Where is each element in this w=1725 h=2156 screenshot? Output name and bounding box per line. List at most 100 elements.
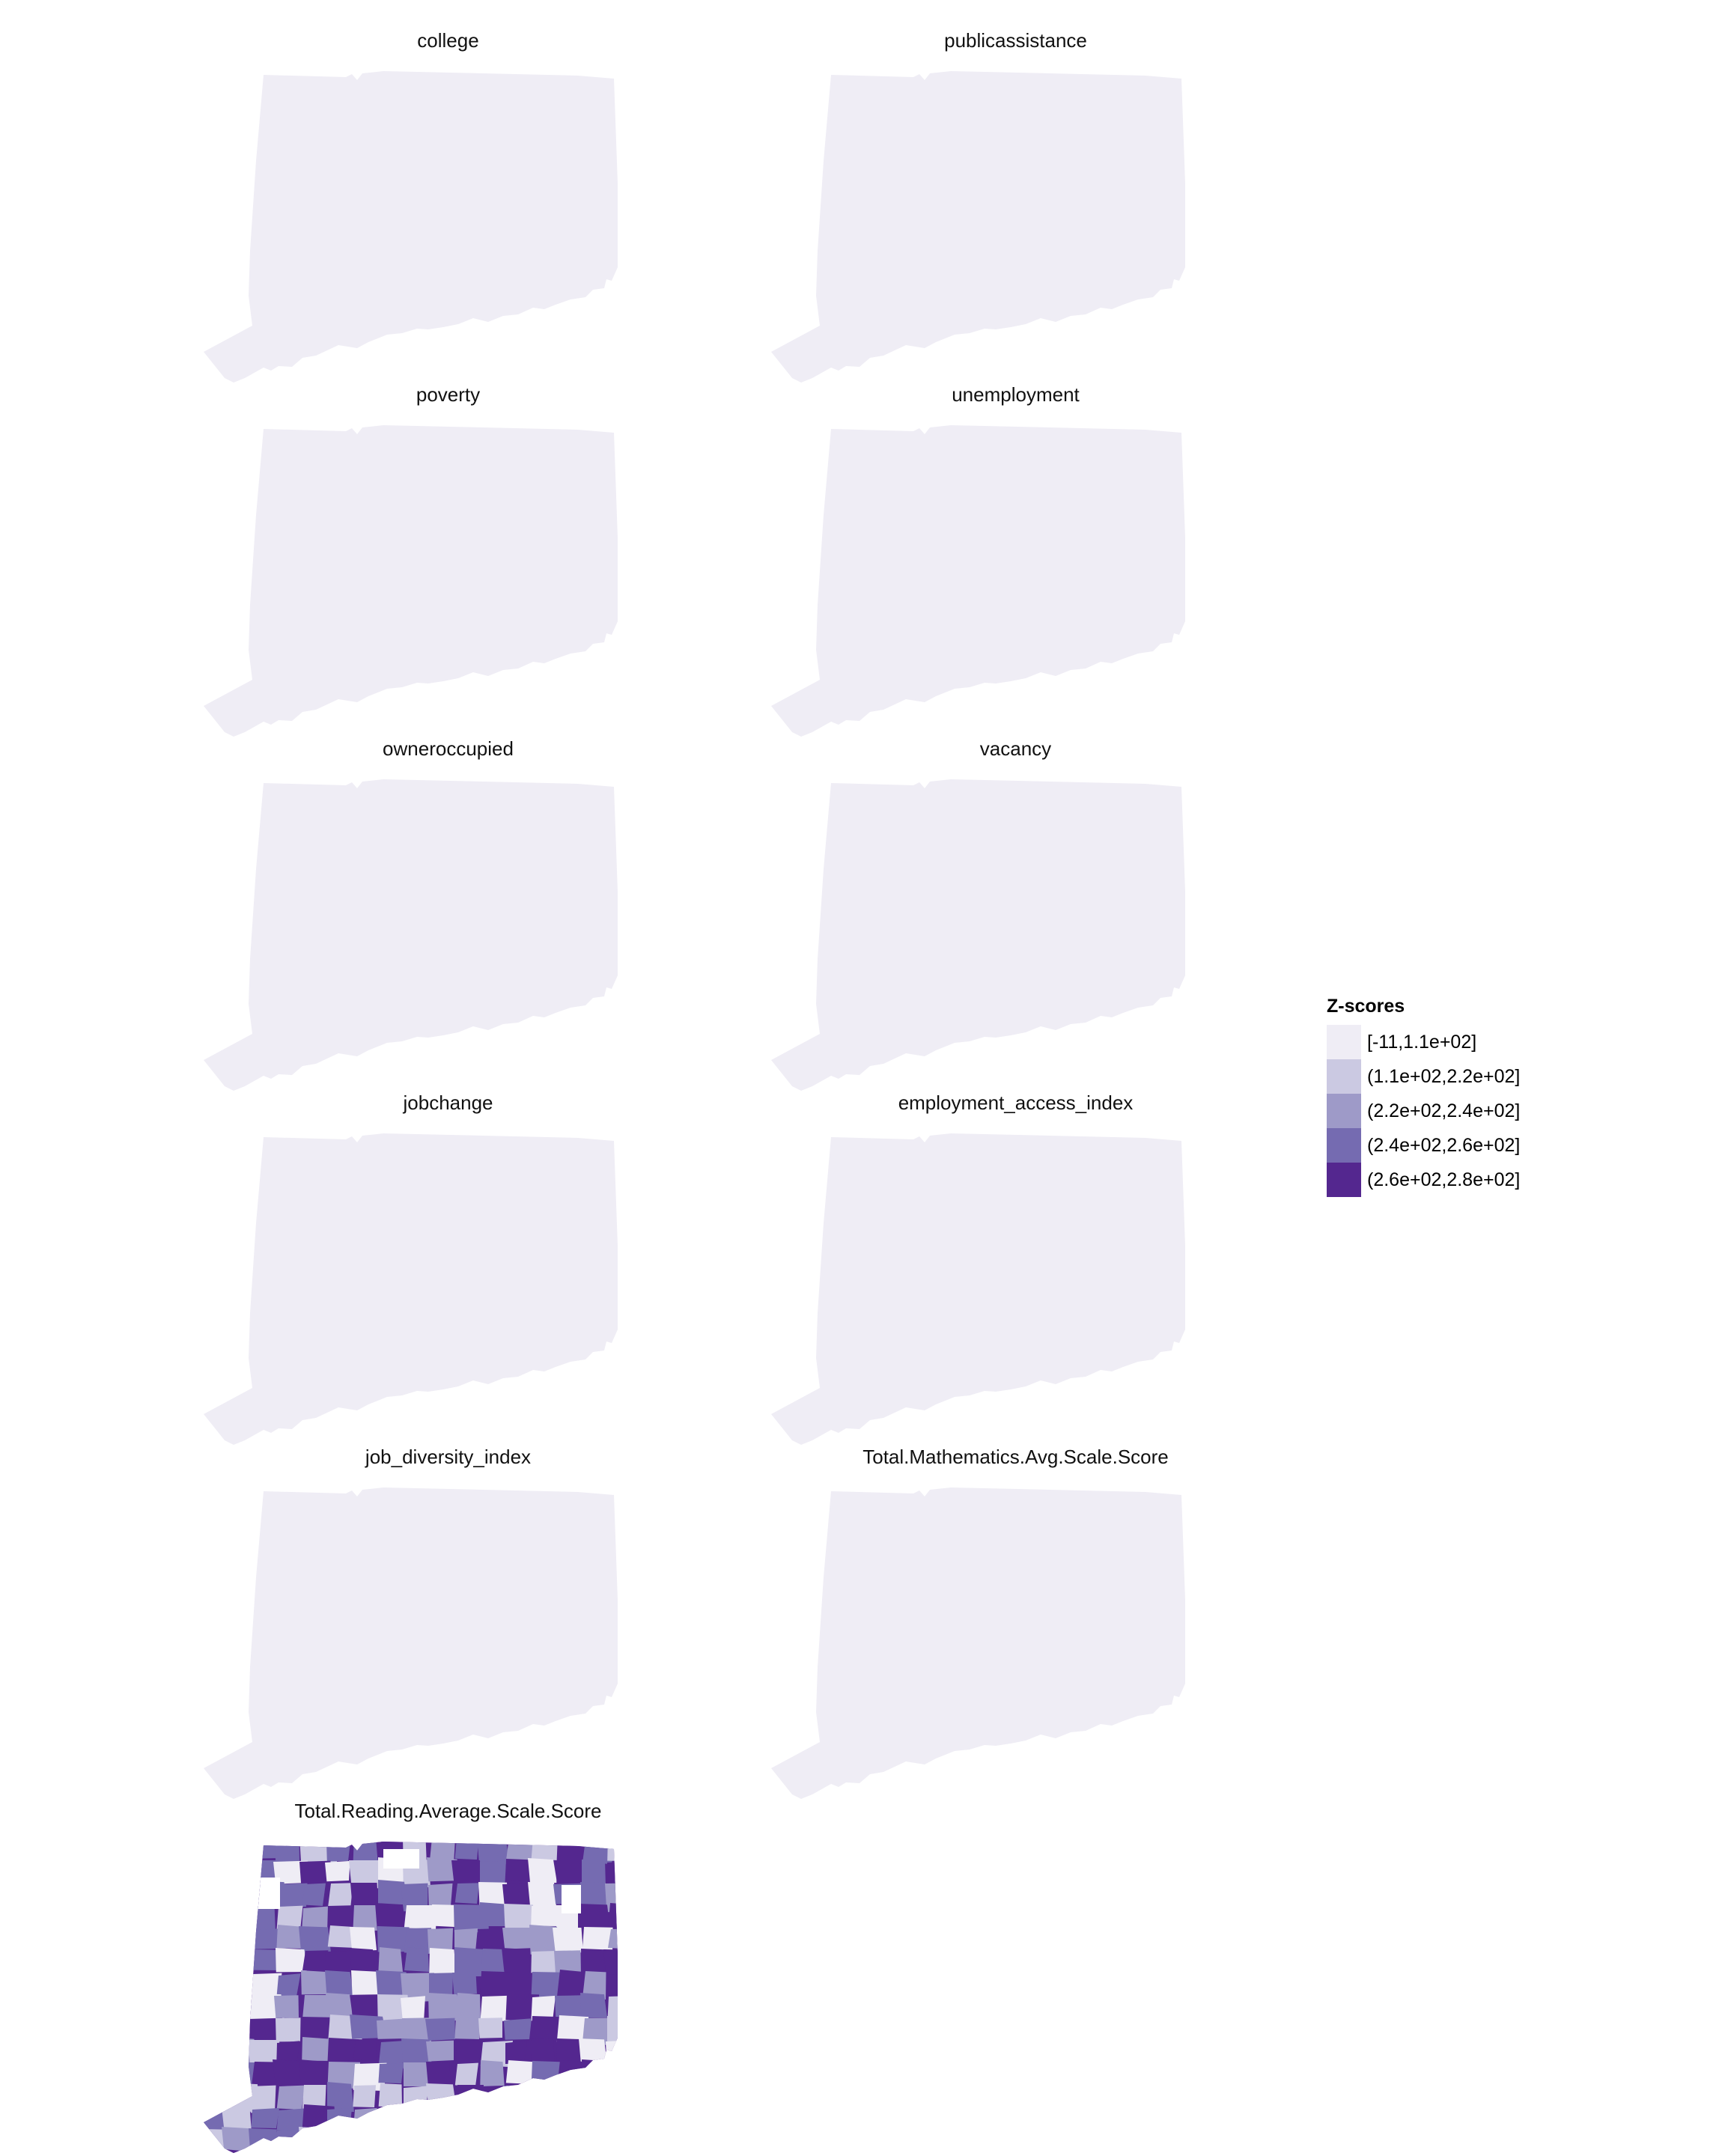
town-region xyxy=(379,2130,413,2153)
town-region xyxy=(225,1842,260,1863)
facet-title: employment_access_index xyxy=(898,1091,1134,1114)
legend-item: (2.4e+02,2.6e+02] xyxy=(1327,1128,1520,1163)
town-region xyxy=(528,1858,557,1884)
town-region xyxy=(506,1842,535,1862)
state-shape xyxy=(771,425,1185,737)
town-region xyxy=(582,2129,607,2150)
town-region xyxy=(502,1948,533,1976)
facet-title: Total.Reading.Average.Scale.Score xyxy=(295,1800,602,1822)
town-region xyxy=(429,1948,456,1974)
town-region xyxy=(326,2150,352,2153)
legend-swatch xyxy=(1327,1128,1361,1163)
town-region xyxy=(404,2086,429,2106)
facet-panel: publicassistance xyxy=(771,29,1185,383)
facet-title: poverty xyxy=(416,383,480,406)
town-region xyxy=(479,2150,516,2153)
facet-panel: vacancy xyxy=(771,737,1185,1091)
town-region xyxy=(225,1883,261,1908)
town-region xyxy=(606,2040,618,2068)
town-region xyxy=(427,2152,451,2153)
town-region xyxy=(249,1928,279,1949)
town-region xyxy=(350,1883,378,1904)
legend-label: [-11,1.1e+02] xyxy=(1367,1031,1477,1053)
town-region xyxy=(531,2061,564,2089)
legend-item: (2.6e+02,2.8e+02] xyxy=(1327,1163,1520,1197)
town-region xyxy=(204,2152,227,2153)
state-shape xyxy=(204,71,618,383)
facet-title: publicassistance xyxy=(944,29,1087,52)
town-region xyxy=(223,2018,250,2045)
town-region xyxy=(353,2107,377,2134)
facet-panel: unemployment xyxy=(771,383,1185,737)
town-region xyxy=(504,2018,532,2040)
town-region xyxy=(425,2018,455,2041)
town-region xyxy=(249,2128,279,2153)
town-region xyxy=(378,2107,403,2134)
town-region xyxy=(531,1842,559,1860)
legend-item: (2.2e+02,2.4e+02] xyxy=(1327,1094,1520,1128)
town-region xyxy=(426,2083,456,2107)
town-region xyxy=(454,2085,484,2107)
town-region xyxy=(350,2128,380,2153)
facet-panel: jobchange xyxy=(204,1091,618,1445)
town-region xyxy=(204,1971,228,1999)
town-region xyxy=(426,2040,454,2062)
town-region xyxy=(452,1973,477,1995)
state-shape xyxy=(204,425,618,737)
town-region xyxy=(607,2016,618,2045)
facet-panel: employment_access_index xyxy=(771,1091,1185,1445)
legend-item: [-11,1.1e+02] xyxy=(1327,1025,1520,1059)
town-region xyxy=(327,2107,352,2131)
town-region xyxy=(582,2059,617,2090)
town-region xyxy=(454,1842,479,1860)
town-region xyxy=(605,2085,618,2110)
town-region xyxy=(603,1949,618,1979)
town-region xyxy=(531,2084,562,2110)
town-region xyxy=(276,2018,301,2042)
town-region xyxy=(351,2151,379,2153)
facet-panel: poverty xyxy=(204,383,618,737)
town-region xyxy=(503,2085,529,2115)
town-region xyxy=(251,2152,276,2153)
state-shape xyxy=(204,1133,618,1445)
town-region xyxy=(302,1950,329,1972)
legend-rows: [-11,1.1e+02] (1.1e+02,2.2e+02] (2.2e+02,2… xyxy=(1327,1025,1520,1197)
town-region xyxy=(607,1860,618,1884)
legend-label: (2.2e+02,2.4e+02] xyxy=(1367,1100,1521,1121)
town-region xyxy=(607,2130,618,2153)
town-region xyxy=(351,1995,374,2018)
legend: Z-scores [-11,1.1e+02] (1.1e+02,2.2e+02] (… xyxy=(1327,996,1520,1197)
town-region xyxy=(326,1842,351,1862)
town-region xyxy=(222,1905,253,1935)
legend-item: (1.1e+02,2.2e+02] xyxy=(1327,1059,1520,1094)
town-region xyxy=(222,1860,255,1886)
town-region xyxy=(476,2128,514,2151)
legend-label: (2.6e+02,2.8e+02] xyxy=(1367,1169,1521,1190)
town-region xyxy=(276,2085,305,2110)
facet-panel: college xyxy=(204,29,618,383)
town-region xyxy=(454,1883,479,1904)
town-region xyxy=(225,1973,252,2000)
town-region xyxy=(404,2107,428,2133)
town-region xyxy=(404,1947,429,1972)
choropleth-towns xyxy=(204,1842,618,2153)
town-region xyxy=(451,1860,481,1882)
legend-label: (2.4e+02,2.6e+02] xyxy=(1367,1134,1521,1156)
facet-title: owneroccupied xyxy=(383,737,514,760)
legend-swatch xyxy=(1327,1163,1361,1197)
town-region xyxy=(556,1860,583,1885)
town-region xyxy=(553,2150,582,2153)
facet-title: job_diversity_index xyxy=(365,1446,531,1468)
town-region xyxy=(401,2152,433,2153)
town-region xyxy=(477,1842,510,1866)
town-region xyxy=(606,2107,618,2131)
town-region xyxy=(224,1928,247,1954)
town-region xyxy=(480,2085,511,2112)
town-region xyxy=(582,2107,606,2130)
town-region xyxy=(528,1882,556,1907)
facet-title: jobchange xyxy=(403,1091,493,1114)
town-region xyxy=(225,1950,249,1978)
state-shape xyxy=(771,71,1185,383)
town-region xyxy=(276,1948,307,1973)
town-region xyxy=(428,1993,460,2021)
